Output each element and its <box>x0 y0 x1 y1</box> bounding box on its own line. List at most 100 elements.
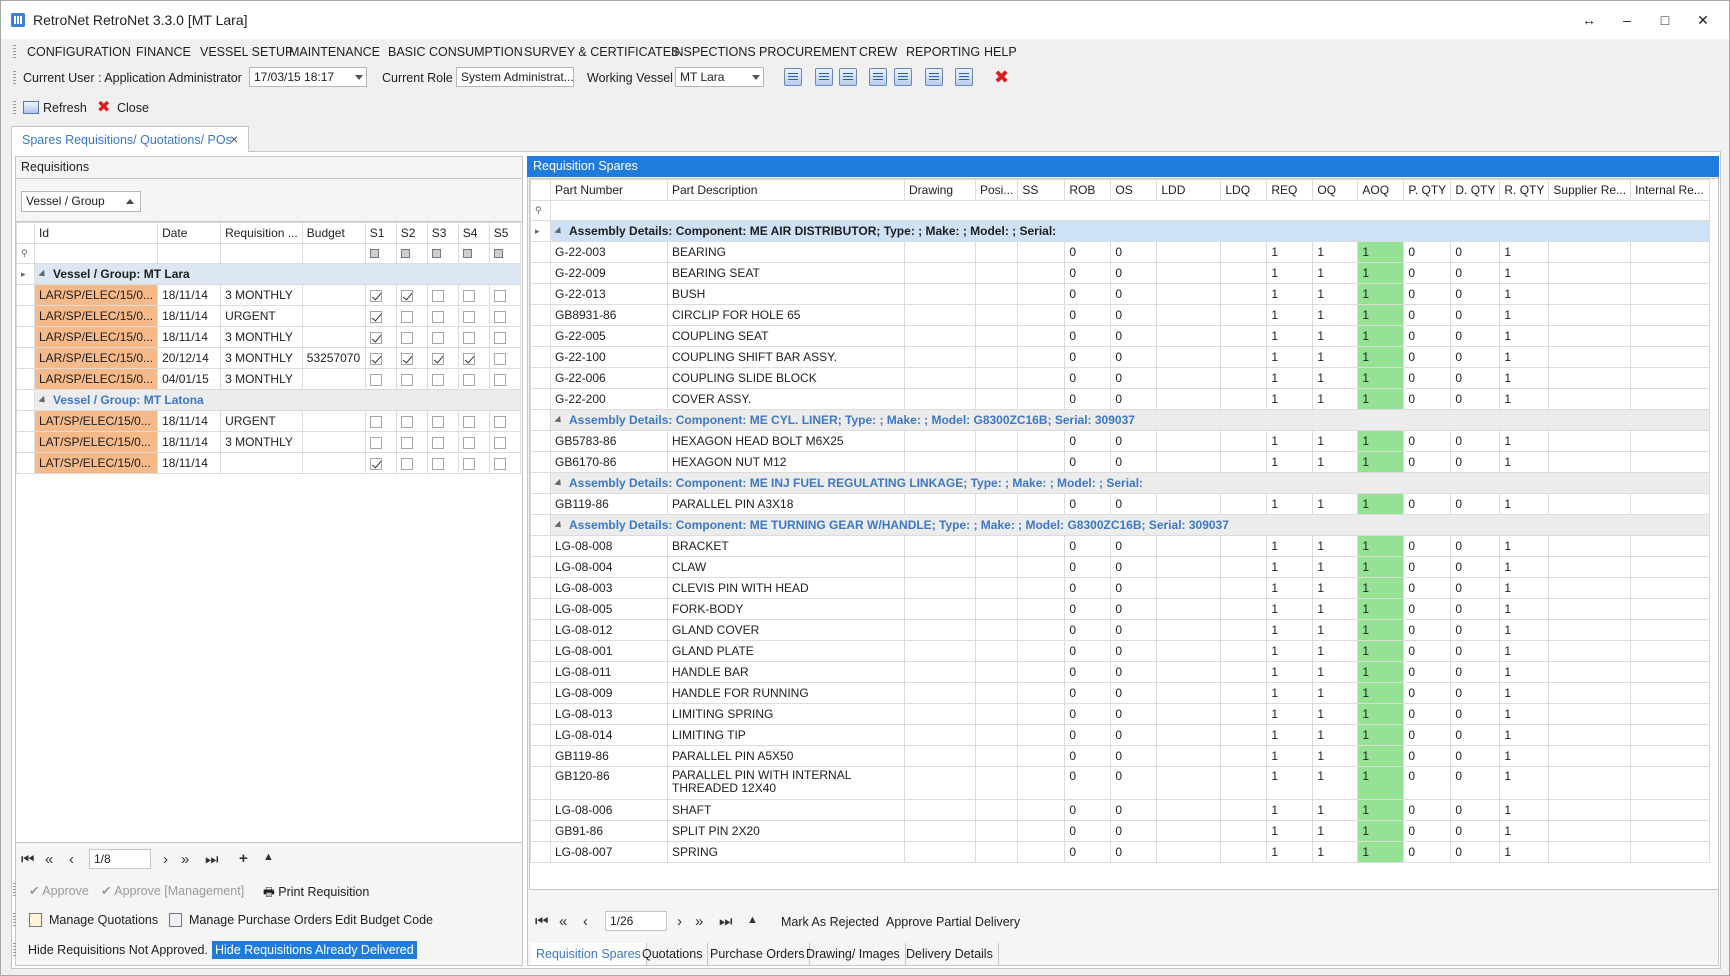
stage-5-checkbox[interactable] <box>493 352 506 365</box>
collapse-icon[interactable] <box>554 479 564 489</box>
stage-4-checkbox[interactable] <box>462 457 475 470</box>
aoq-cell[interactable]: 1 <box>1357 724 1405 746</box>
row-expand-icon[interactable] <box>530 514 551 536</box>
col-requisition[interactable]: Requisition ... <box>220 222 303 244</box>
last-page-icon[interactable]: ⏭ <box>205 851 219 868</box>
minimize-button[interactable]: – <box>1609 9 1645 31</box>
spare-row[interactable]: LG-08-011 HANDLE BAR 0 0 1 1 1 0 0 1 <box>530 661 1711 683</box>
spare-row[interactable]: G-22-100 COUPLING SHIFT BAR ASSY. 0 0 1 1 1 0 0 1 <box>530 346 1711 368</box>
stage-4-checkbox[interactable] <box>462 373 475 386</box>
stage-4-checkbox[interactable] <box>462 352 475 365</box>
spare-row[interactable]: LG-08-003 CLEVIS PIN WITH HEAD 0 0 1 1 1 0 0 1 <box>530 577 1711 599</box>
col-s1[interactable]: S1 <box>364 222 397 244</box>
row-expand-icon[interactable] <box>16 389 35 411</box>
aoq-cell[interactable]: 1 <box>1357 703 1405 725</box>
next-fast-icon[interactable]: » <box>695 913 703 930</box>
stage-2-checkbox[interactable] <box>400 289 413 302</box>
filter-cell[interactable] <box>426 243 459 264</box>
print-requisition-button[interactable]: 🖶 Print Requisition <box>263 883 369 904</box>
stage-5-checkbox[interactable] <box>493 331 506 344</box>
spare-row[interactable]: LG-08-014 LIMITING TIP 0 0 1 1 1 0 0 1 <box>530 724 1711 746</box>
spare-row[interactable]: LG-08-004 CLAW 0 0 1 1 1 0 0 1 <box>530 556 1711 578</box>
col-internal-remarks[interactable]: Internal Re... <box>1630 179 1711 201</box>
assembly-row[interactable]: Assembly Details: Component: ME CYL. LIN… <box>530 409 1711 431</box>
requisition-id[interactable]: LAR/SP/ELEC/15/0... <box>33 326 159 348</box>
filter-cell[interactable] <box>395 243 428 264</box>
role-field[interactable]: System Administrat... <box>456 67 574 87</box>
next-page-icon[interactable]: › <box>677 913 682 930</box>
spare-row[interactable]: LG-08-008 BRACKET 0 0 1 1 1 0 0 1 <box>530 535 1711 557</box>
tab-drawing-images[interactable]: Drawing/ Images <box>801 943 906 965</box>
tab-spares-requisitions[interactable]: Spares Requisitions/ Quotations/ POs × <box>11 126 249 152</box>
aoq-cell[interactable]: 1 <box>1357 325 1405 347</box>
aoq-cell[interactable]: 1 <box>1357 556 1405 578</box>
prev-fast-icon[interactable]: « <box>45 851 53 868</box>
row-expand-icon[interactable]: ▸ <box>16 263 35 285</box>
aoq-cell[interactable]: 1 <box>1357 367 1405 389</box>
list-icon[interactable] <box>894 68 912 86</box>
aoq-cell[interactable]: 1 <box>1357 841 1405 863</box>
col-os[interactable]: OS <box>1110 179 1158 201</box>
stage-4-checkbox[interactable] <box>462 415 475 428</box>
aoq-cell[interactable]: 1 <box>1357 346 1405 368</box>
menu-procurement[interactable]: PROCUREMENT <box>759 45 857 59</box>
date-combo[interactable]: 17/03/15 18:17 <box>249 67 367 87</box>
menu-finance[interactable]: FINANCE <box>136 45 191 59</box>
col-id[interactable]: Id <box>33 222 159 244</box>
row-expand-icon[interactable]: ▸ <box>530 220 551 242</box>
aoq-cell[interactable]: 1 <box>1357 304 1405 326</box>
aoq-cell[interactable]: 1 <box>1357 766 1405 800</box>
filter-cell[interactable] <box>488 243 521 264</box>
stage-3-checkbox[interactable] <box>431 352 444 365</box>
requisition-row[interactable]: LAT/SP/ELEC/15/0... 18/11/14 <box>16 452 521 474</box>
up-icon[interactable]: ▲ <box>263 851 274 863</box>
add-icon[interactable]: + <box>239 850 248 867</box>
spare-row[interactable]: GB91-86 SPLIT PIN 2X20 0 0 1 1 1 0 0 1 <box>530 820 1711 842</box>
last-page-icon[interactable]: ⏭ <box>719 913 733 930</box>
col-oq[interactable]: OQ <box>1312 179 1359 201</box>
assembly-row[interactable]: ▸ Assembly Details: Component: ME AIR DIS… <box>530 220 1711 242</box>
requisitions-grid[interactable]: Id Date Requisition ... Budget S1 S2 S3 … <box>15 221 523 843</box>
filter-cell[interactable] <box>549 200 1711 221</box>
prev-page-icon[interactable]: ‹ <box>583 913 588 930</box>
spare-row[interactable]: G-22-006 COUPLING SLIDE BLOCK 0 0 1 1 1 0 0 1 <box>530 367 1711 389</box>
prev-page-icon[interactable]: ‹ <box>69 851 74 868</box>
hide-delivered-button[interactable]: Hide Requisitions Already Delivered <box>212 941 417 959</box>
next-fast-icon[interactable]: » <box>181 851 189 868</box>
filter-cell[interactable] <box>457 243 490 264</box>
col-budget[interactable]: Budget <box>301 222 366 244</box>
filter-cell[interactable] <box>364 243 397 264</box>
manage-pos-button[interactable]: Manage Purchase Orders <box>169 913 332 927</box>
filter-cell[interactable] <box>33 243 159 264</box>
stage-2-checkbox[interactable] <box>400 310 413 323</box>
requisition-id[interactable]: LAT/SP/ELEC/15/0... <box>33 410 159 432</box>
requisition-row[interactable]: LAR/SP/ELEC/15/0... 18/11/14 3 MONTHLY <box>16 284 521 306</box>
spare-row[interactable]: GB6170-86 HEXAGON NUT M12 0 0 1 1 1 0 0 1 <box>530 451 1711 473</box>
left-pager[interactable]: 1/8 <box>89 849 151 869</box>
spare-row[interactable]: LG-08-012 GLAND COVER 0 0 1 1 1 0 0 1 <box>530 619 1711 641</box>
col-aoq[interactable]: AOQ <box>1357 179 1405 201</box>
col-ldq[interactable]: LDQ <box>1220 179 1268 201</box>
spare-row[interactable]: LG-08-007 SPRING 0 0 1 1 1 0 0 1 <box>530 841 1711 863</box>
requisition-id[interactable]: LAR/SP/ELEC/15/0... <box>33 368 159 390</box>
stage-1-checkbox[interactable] <box>369 352 382 365</box>
assembly-row[interactable]: Assembly Details: Component: ME TURNING … <box>530 514 1711 536</box>
row-expand-icon[interactable] <box>530 472 551 494</box>
tab-requisition-spares[interactable]: Requisition Spares <box>531 943 647 965</box>
menu-reporting[interactable]: REPORTING <box>906 45 980 59</box>
requisition-id[interactable]: LAT/SP/ELEC/15/0... <box>33 452 159 474</box>
requisition-row[interactable]: LAT/SP/ELEC/15/0... 18/11/14 URGENT <box>16 410 521 432</box>
col-p-qty[interactable]: P. QTY <box>1403 179 1452 201</box>
stage-2-checkbox[interactable] <box>400 373 413 386</box>
spare-row[interactable]: GB8931-86 CIRCLIP FOR HOLE 65 0 0 1 1 1 0 0 1 <box>530 304 1711 326</box>
spare-row[interactable]: LG-08-006 SHAFT 0 0 1 1 1 0 0 1 <box>530 799 1711 821</box>
edit-budget-button[interactable]: Edit Budget Code <box>335 913 433 927</box>
col-s2[interactable]: S2 <box>395 222 428 244</box>
first-page-icon[interactable]: ⏮ <box>535 913 549 930</box>
spare-row[interactable]: GB119-86 PARALLEL PIN A3X18 0 0 1 1 1 0 0 1 <box>530 493 1711 515</box>
stage-4-checkbox[interactable] <box>462 331 475 344</box>
stage-3-checkbox[interactable] <box>431 331 444 344</box>
collapse-icon[interactable] <box>554 227 564 237</box>
manage-quotations-button[interactable]: Manage Quotations <box>29 913 158 927</box>
stage-3-checkbox[interactable] <box>431 457 444 470</box>
